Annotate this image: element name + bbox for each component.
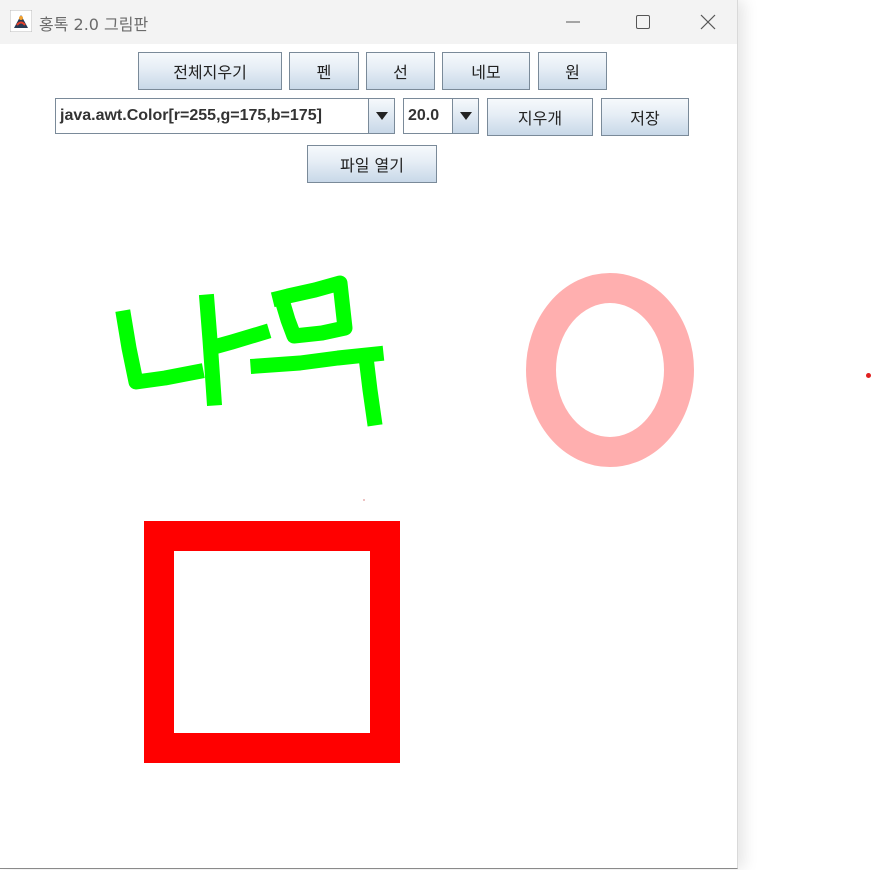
open-file-button[interactable]: 파일 열기 xyxy=(307,145,437,183)
freehand-pen-strokes xyxy=(115,275,385,427)
clear-all-button[interactable]: 전체지우기 xyxy=(138,52,282,90)
color-select-value: java.awt.Color[r=255,g=175,b=175] xyxy=(60,107,322,124)
drawn-circle xyxy=(526,273,694,467)
pen-button[interactable]: 펜 xyxy=(289,52,359,90)
circle-button[interactable]: 원 xyxy=(538,52,607,90)
stray-dot xyxy=(363,499,365,501)
maximize-button[interactable] xyxy=(608,0,678,44)
title-bar[interactable]: 홍톡 2.0 그림판 xyxy=(0,0,737,44)
minimize-button[interactable] xyxy=(538,0,608,44)
eraser-button[interactable]: 지우개 xyxy=(487,98,593,136)
paint-window: 홍톡 2.0 그림판 전체지우기 펜 선 네모 원 java.awt.Color… xyxy=(0,0,738,869)
size-select-value: 20.0 xyxy=(408,107,440,124)
close-icon xyxy=(700,14,715,30)
rectangle-button[interactable]: 네모 xyxy=(442,52,530,90)
cursor-dot xyxy=(866,373,871,378)
size-select-dropdown-button[interactable] xyxy=(452,99,478,133)
drawn-rectangle xyxy=(144,521,400,763)
java-app-icon xyxy=(9,9,33,33)
maximize-icon xyxy=(636,15,650,29)
color-select[interactable]: java.awt.Color[r=255,g=175,b=175] xyxy=(55,98,395,134)
close-button[interactable] xyxy=(678,0,737,44)
save-button[interactable]: 저장 xyxy=(601,98,689,136)
minimize-icon xyxy=(566,21,580,23)
line-button[interactable]: 선 xyxy=(366,52,435,90)
window-title: 홍톡 2.0 그림판 xyxy=(39,15,149,34)
color-select-dropdown-button[interactable] xyxy=(368,99,394,133)
chevron-down-icon xyxy=(376,112,388,120)
chevron-down-icon xyxy=(460,112,472,120)
size-select[interactable]: 20.0 xyxy=(403,98,479,134)
